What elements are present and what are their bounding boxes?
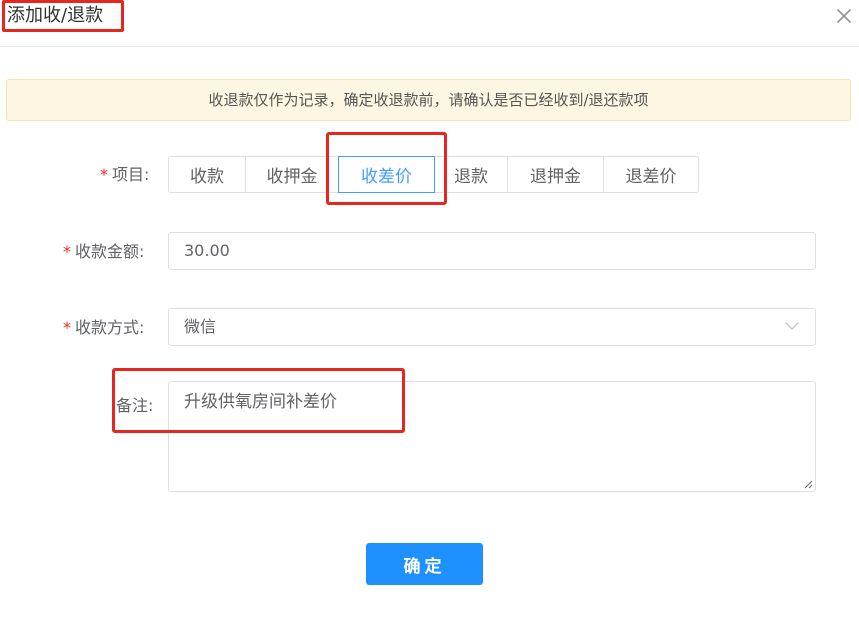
amount-label: * 收款金额: (63, 242, 144, 262)
required-mark: * (63, 318, 71, 337)
remark-highlight-mark (112, 368, 405, 433)
notice-banner: 收退款仅作为记录，确定收退款前，请确认是否已经收到/退还款项 (6, 79, 851, 121)
method-label: * 收款方式: (63, 318, 144, 338)
item-option-refund-deposit[interactable]: 退押金 (508, 156, 604, 193)
method-select[interactable]: 微信 (168, 308, 816, 346)
item-label-text: 项目: (112, 165, 150, 184)
resize-grip-icon[interactable] (803, 479, 813, 489)
required-mark: * (63, 242, 71, 261)
close-button[interactable] (834, 6, 854, 26)
item-option-refund-difference[interactable]: 退差价 (604, 156, 699, 193)
dialog-header: 添加收/退款 (0, 0, 859, 47)
title-highlight-mark (2, 0, 124, 32)
chevron-down-icon[interactable] (784, 318, 800, 334)
method-label-text: 收款方式: (75, 318, 145, 337)
confirm-button[interactable]: 确定 (366, 543, 483, 585)
amount-input[interactable]: 30.00 (168, 232, 816, 270)
item-highlight-mark (326, 132, 447, 205)
item-option-receive[interactable]: 收款 (168, 156, 246, 193)
close-icon (837, 9, 851, 23)
required-mark: * (100, 165, 108, 184)
item-label: * 项目: (100, 165, 149, 185)
amount-label-text: 收款金额: (75, 242, 145, 261)
